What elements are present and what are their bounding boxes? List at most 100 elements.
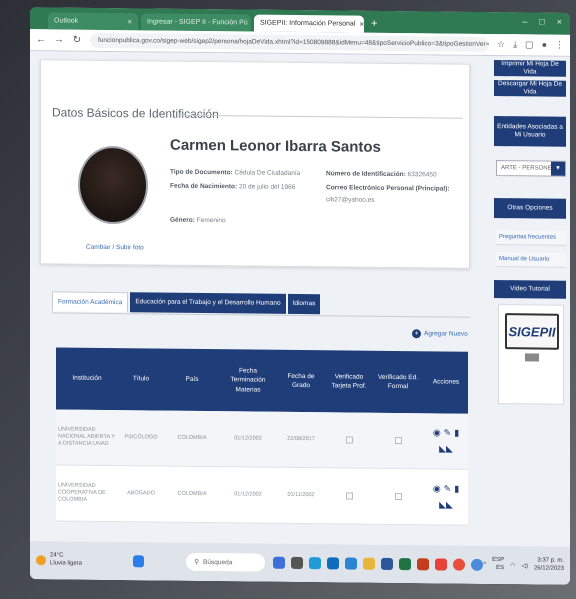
delete-icon[interactable]: ▮ <box>454 427 459 439</box>
wifi-icon[interactable]: ◠ <box>510 562 515 569</box>
taskbar-search[interactable]: ⚲ Búsqueda <box>186 552 266 572</box>
view-icon[interactable]: ◉ <box>433 427 441 439</box>
person-name: Carmen Leonor Ibarra Santos <box>170 136 381 156</box>
cell-country: COLOMBIA <box>177 434 207 441</box>
folder-icon[interactable] <box>363 557 376 570</box>
delete-icon[interactable]: ▮ <box>454 483 459 495</box>
download-icon[interactable]: ⤓ <box>513 39 517 50</box>
section-title: Datos Básicos de Identificación <box>52 105 219 122</box>
toolbar-actions: ☆ ⤓ ▢ ● ⋮ <box>497 39 564 51</box>
col-grad-date[interactable]: Fecha de Grado <box>276 350 326 413</box>
close-icon[interactable]: × <box>359 20 364 29</box>
gender-value: Femenino <box>196 216 226 225</box>
language-code: ESP <box>492 557 505 564</box>
add-new-button[interactable]: + Agregar Nuevo <box>412 329 468 339</box>
tab-view-icon[interactable]: ▢ <box>525 39 534 50</box>
screen: Outlook × Ingresar - SIGEP II - Función P… <box>30 7 570 585</box>
store-icon[interactable] <box>327 557 340 570</box>
id-number-field: Número de Identificación: 63326450 <box>326 170 437 178</box>
edit-icon[interactable]: ✎ <box>444 427 452 439</box>
cell-actions: ◉ ✎ ▮ ◣◣ <box>424 413 468 468</box>
profile-icon[interactable]: ● <box>542 40 547 51</box>
avatar <box>78 145 148 225</box>
pdf-icon[interactable] <box>435 558 448 571</box>
col-title[interactable]: Título <box>118 348 164 410</box>
col-country[interactable]: País <box>164 349 220 412</box>
browser-tab-outlook[interactable]: Outlook × <box>48 12 138 31</box>
mail-icon[interactable] <box>345 557 358 570</box>
sigep-logo: SIGEPII <box>505 313 559 350</box>
col-institution[interactable]: Institución <box>56 347 118 410</box>
cell-grad-date: 01/11/2002 <box>287 491 315 499</box>
download-cv-button[interactable]: Descargar Mi Hoja De Vida <box>494 80 566 97</box>
view-icon[interactable]: ◉ <box>433 483 441 495</box>
weather-widget[interactable]: 24°C Lluvia ligera <box>36 552 103 568</box>
cell-institution: UNIVERSIDAD COOPERATIVA DE COLOMBIA <box>58 482 106 503</box>
side-panel: Imprimir Mi Hoja De Vida Descargar Mi Ho… <box>488 56 570 547</box>
address-bar[interactable]: funcionpublica.gov.co/sigep-web/sigep2/p… <box>90 32 489 52</box>
start-icon[interactable] <box>132 555 145 568</box>
task-view-icon[interactable] <box>273 556 286 569</box>
checkbox <box>345 492 353 500</box>
transfer-icon[interactable]: ◣◣ <box>439 499 453 511</box>
chrome-profile-icon[interactable] <box>471 558 484 571</box>
video-tutorial-header[interactable]: Video Tutorial <box>494 280 566 299</box>
excel-icon[interactable] <box>399 558 412 571</box>
faq-link[interactable]: Preguntas frecuentes <box>496 230 566 246</box>
edit-icon[interactable]: ✎ <box>444 483 452 495</box>
id-number-value: 63326450 <box>407 171 437 179</box>
edge-icon[interactable] <box>309 557 322 570</box>
chrome-icon[interactable] <box>453 558 466 571</box>
language-region: ES <box>496 565 505 572</box>
action-row: ◉ ✎ ▮ <box>433 483 459 495</box>
photo-background: Outlook × Ingresar - SIGEP II - Función P… <box>0 0 576 599</box>
minimize-icon[interactable]: – <box>522 16 527 26</box>
weather-desc: Lluvia ligera <box>50 560 83 567</box>
tab-formacion-academica[interactable]: Formación Académica <box>52 291 129 313</box>
clock[interactable]: 3:37 p. m. 26/12/2023 <box>534 558 564 574</box>
weather-icon <box>36 555 46 566</box>
table-header: Institución Título País Fecha Terminació… <box>56 347 468 414</box>
birth-date-field: Fecha de Nacimiento: 20 de julio del 196… <box>170 183 295 191</box>
change-photo-link[interactable]: Cambiar / Subir foto <box>86 244 144 252</box>
close-icon[interactable]: × <box>127 17 132 26</box>
new-tab-icon[interactable]: + <box>371 16 377 33</box>
chevron-up-icon[interactable]: ^ <box>483 562 486 568</box>
browser-tab-sigep-info[interactable]: SIGEPII: Información Personal × <box>254 14 364 33</box>
col-verified-card[interactable]: Verificado Tarjeta Prof. <box>326 350 372 412</box>
tab-educacion-trabajo[interactable]: Educación para el Trabajo y el Desarroll… <box>130 292 286 314</box>
tab-idiomas[interactable]: Idiomas <box>287 293 321 315</box>
education-tabs: Formación Académica Educación para el Tr… <box>52 291 321 315</box>
browser-tab-sigep-login[interactable]: Ingresar - SIGEP II - Función Pú× <box>141 13 251 32</box>
close-window-icon[interactable]: × <box>557 17 562 27</box>
gender-label: Género: <box>170 216 195 224</box>
col-verified-formal[interactable]: Verificado Ed. Formal <box>372 351 424 414</box>
user-manual-link[interactable]: Manual de Usuario <box>496 252 566 268</box>
col-end-date[interactable]: Fecha Terminación Materias <box>220 349 276 412</box>
entity-select[interactable]: ARTE - PERSONERÍ ▼ <box>496 160 566 177</box>
word-icon[interactable] <box>381 557 394 570</box>
language-indicator[interactable]: ESP ES <box>492 557 504 573</box>
checkbox <box>394 436 402 445</box>
menu-icon[interactable]: ⋮ <box>555 40 564 51</box>
widgets-icon[interactable] <box>291 556 304 570</box>
checkbox <box>345 436 353 444</box>
education-table: Institución Título País Fecha Terminació… <box>56 347 468 526</box>
window-controls: – □ × <box>522 16 562 26</box>
reload-icon[interactable]: ↻ <box>72 35 82 46</box>
star-icon[interactable]: ☆ <box>497 39 505 50</box>
print-cv-button[interactable]: Imprimir Mi Hoja De Vida <box>494 60 566 77</box>
maximize-icon[interactable]: □ <box>539 17 544 27</box>
entity-select-value: ARTE - PERSONERÍ <box>501 165 558 172</box>
cell-verified-card <box>326 412 372 467</box>
tab-label: Outlook <box>54 17 79 25</box>
back-icon[interactable]: ← <box>36 34 46 45</box>
powerpoint-icon[interactable] <box>417 558 430 571</box>
transfer-icon[interactable]: ◣◣ <box>439 443 453 455</box>
video-thumbnail[interactable]: SIGEPII <box>498 304 564 405</box>
table-row: UNIVERSIDAD COOPERATIVA DE COLOMBIA ABOG… <box>56 465 468 526</box>
url-text: funcionpublica.gov.co/sigep-web/sigep2/p… <box>98 36 489 49</box>
volume-icon[interactable]: ◁) <box>521 562 528 569</box>
forward-icon[interactable]: → <box>54 34 64 45</box>
os-taskbar: 24°C Lluvia ligera ⚲ Búsqueda ^ ESP ES ◠… <box>30 541 570 585</box>
